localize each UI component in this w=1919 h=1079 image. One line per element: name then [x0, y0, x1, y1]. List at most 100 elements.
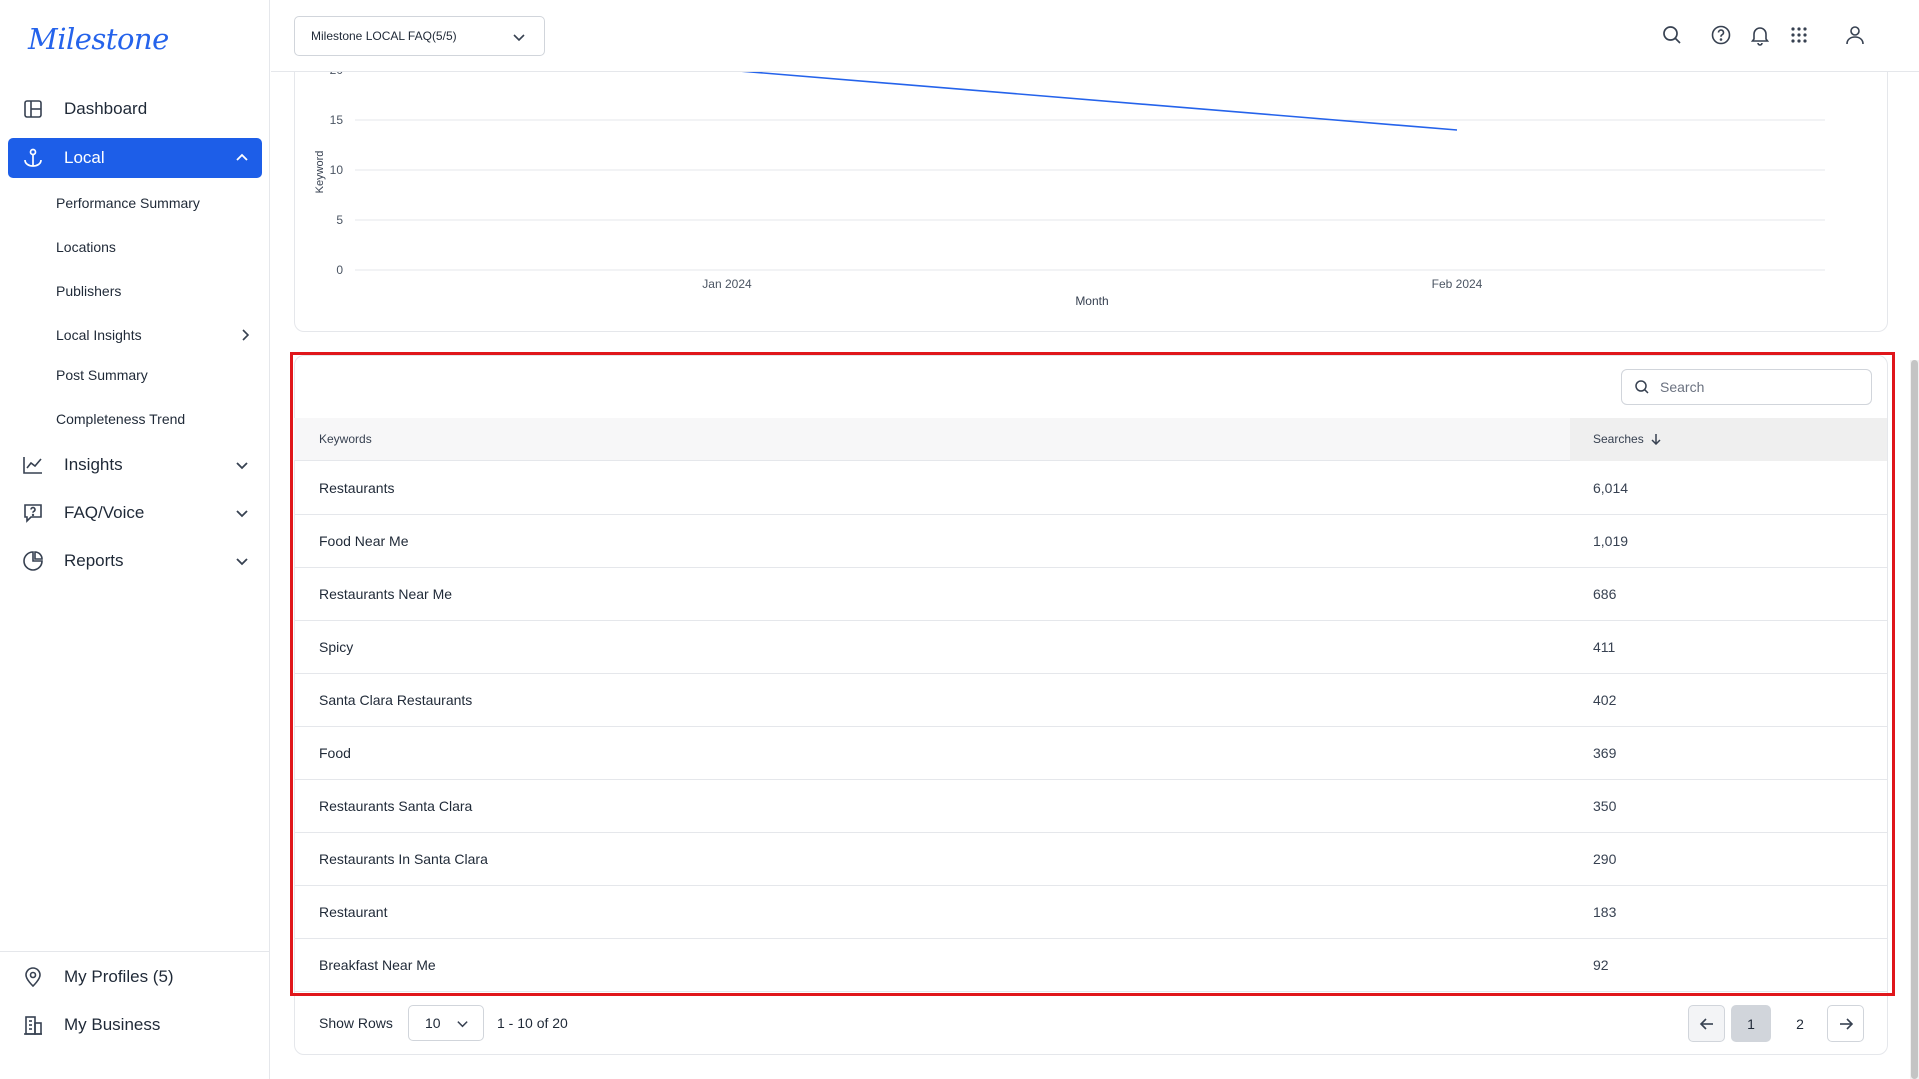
arrow-right-icon	[1839, 1017, 1853, 1030]
sidebar: Milestone Dashboard Local Performance Su…	[0, 0, 270, 1079]
sidebar-item-dashboard[interactable]: Dashboard	[8, 89, 262, 129]
table-row[interactable]: Restaurants In Santa Clara 290	[294, 833, 1887, 886]
sidebar-subitem-completeness-trend[interactable]: Completeness Trend	[56, 411, 185, 427]
sidebar-item-local[interactable]: Local	[8, 138, 262, 178]
sidebar-item-reports[interactable]: Reports	[8, 541, 262, 581]
searches-cell: 290	[1593, 851, 1617, 867]
apps-grid-icon[interactable]	[1788, 24, 1810, 46]
y-tick-label: 15	[330, 113, 344, 127]
y-tick-label: 10	[330, 163, 344, 177]
line-chart-icon	[22, 454, 44, 476]
table-header: Keywords Searches	[294, 418, 1887, 461]
chevron-up-icon	[236, 153, 248, 161]
chevron-down-icon	[513, 34, 525, 42]
keyword-cell: Spicy	[319, 639, 354, 655]
app-root: Milestone Dashboard Local Performance Su…	[0, 0, 1919, 1079]
sidebar-subitem-publishers[interactable]: Publishers	[56, 283, 121, 299]
table-row[interactable]: Restaurants Santa Clara 350	[294, 780, 1887, 833]
page-1-button[interactable]: 1	[1731, 1005, 1771, 1042]
sidebar-item-label: Reports	[64, 551, 124, 570]
search-input[interactable]	[1660, 379, 1860, 395]
searches-cell: 6,014	[1593, 480, 1629, 496]
searches-cell: 686	[1593, 586, 1617, 602]
search-icon	[1635, 380, 1649, 394]
page-2-button[interactable]: 2	[1780, 1005, 1820, 1042]
table-search[interactable]	[1621, 369, 1872, 405]
dashboard-icon	[22, 98, 44, 120]
sidebar-item-my-business[interactable]: My Business	[8, 1005, 262, 1045]
scrollbar-thumb[interactable]	[1911, 360, 1918, 1079]
series-line	[741, 72, 1458, 131]
show-rows-label: Show Rows	[319, 1015, 393, 1031]
sidebar-item-my-profiles[interactable]: My Profiles (5)	[8, 957, 262, 997]
y-axis-label: Keyword	[314, 151, 326, 194]
sidebar-item-label: FAQ/Voice	[64, 503, 145, 522]
column-header-searches[interactable]: Searches	[1593, 432, 1662, 446]
keyword-cell: Breakfast Near Me	[319, 957, 436, 973]
table-row[interactable]: Food Near Me 1,019	[294, 515, 1887, 568]
arrow-left-icon	[1699, 1017, 1713, 1030]
searches-cell: 369	[1593, 745, 1617, 761]
user-icon[interactable]	[1844, 24, 1866, 46]
chevron-down-icon	[457, 1021, 468, 1028]
x-tick-label: Jan 2024	[702, 277, 752, 291]
top-bar: Milestone LOCAL FAQ(5/5)	[271, 0, 1919, 72]
local-anchor-icon	[22, 147, 44, 169]
pagination-range: 1 - 10 of 20	[497, 1015, 568, 1031]
table-row[interactable]: Restaurants 6,014	[294, 462, 1887, 515]
account-selector-label: Milestone LOCAL FAQ(5/5)	[311, 29, 457, 43]
table-row[interactable]: Food 369	[294, 727, 1887, 780]
account-selector[interactable]: Milestone LOCAL FAQ(5/5)	[294, 16, 545, 56]
table-row[interactable]: Breakfast Near Me 92	[294, 939, 1887, 992]
bell-icon[interactable]	[1749, 24, 1771, 46]
table-row[interactable]: Spicy 411	[294, 621, 1887, 674]
sidebar-subitem-local-insights[interactable]: Local Insights	[56, 327, 142, 343]
searches-cell: 411	[1593, 639, 1616, 655]
rows-per-page-select[interactable]: 10	[408, 1005, 484, 1041]
keyword-cell: Food	[319, 745, 351, 761]
chevron-down-icon	[236, 558, 248, 566]
sidebar-item-label: Local	[64, 148, 105, 167]
searches-cell: 350	[1593, 798, 1617, 814]
table-row[interactable]: Santa Clara Restaurants 402	[294, 674, 1887, 727]
sort-descending-icon	[1651, 434, 1661, 445]
rows-per-page-value: 10	[425, 1015, 441, 1031]
searches-cell: 402	[1593, 692, 1617, 708]
table-row[interactable]: Restaurant 183	[294, 886, 1887, 939]
keyword-cell: Restaurants	[319, 480, 395, 496]
building-icon	[22, 1014, 44, 1036]
sidebar-item-faq-voice[interactable]: FAQ/Voice	[8, 493, 262, 533]
chevron-right-icon[interactable]	[238, 328, 252, 342]
y-tick-label: 20	[330, 72, 344, 77]
sidebar-item-label: Insights	[64, 455, 123, 474]
sidebar-subitem-performance-summary[interactable]: Performance Summary	[56, 195, 200, 211]
sidebar-item-label: Dashboard	[64, 99, 148, 118]
logo[interactable]: Milestone	[28, 22, 169, 56]
searches-cell: 1,019	[1593, 533, 1629, 549]
table-row[interactable]: Restaurants Near Me 686	[294, 568, 1887, 621]
x-axis-label: Month	[1075, 294, 1108, 308]
searches-cell: 183	[1593, 904, 1617, 920]
help-icon[interactable]	[1710, 24, 1732, 46]
x-tick-label: Feb 2024	[1432, 277, 1483, 291]
sidebar-divider	[0, 951, 270, 952]
keyword-cell: Restaurant	[319, 904, 388, 920]
y-tick-label: 0	[336, 263, 343, 277]
location-pin-icon	[22, 966, 44, 988]
sidebar-item-label: My Profiles (5)	[64, 967, 174, 986]
search-icon[interactable]	[1661, 24, 1683, 46]
previous-page-button[interactable]	[1688, 1005, 1725, 1042]
keyword-cell: Food Near Me	[319, 533, 409, 549]
keyword-cell: Santa Clara Restaurants	[319, 692, 473, 708]
chevron-down-icon	[236, 510, 248, 518]
keyword-trend-chart-card: 0 5 10 15 20 Jan 2024 Feb 2024 Month Keyword	[294, 72, 1888, 332]
sidebar-item-insights[interactable]: Insights	[8, 445, 262, 485]
keyword-cell: Restaurants In Santa Clara	[319, 851, 488, 867]
sidebar-subitem-post-summary[interactable]: Post Summary	[56, 367, 148, 383]
chevron-down-icon	[236, 462, 248, 470]
sidebar-subitem-locations[interactable]: Locations	[56, 239, 116, 255]
searches-cell: 92	[1593, 957, 1609, 973]
column-header-searches-label: Searches	[1593, 432, 1644, 446]
next-page-button[interactable]	[1827, 1005, 1864, 1042]
column-header-keywords[interactable]: Keywords	[319, 432, 372, 446]
